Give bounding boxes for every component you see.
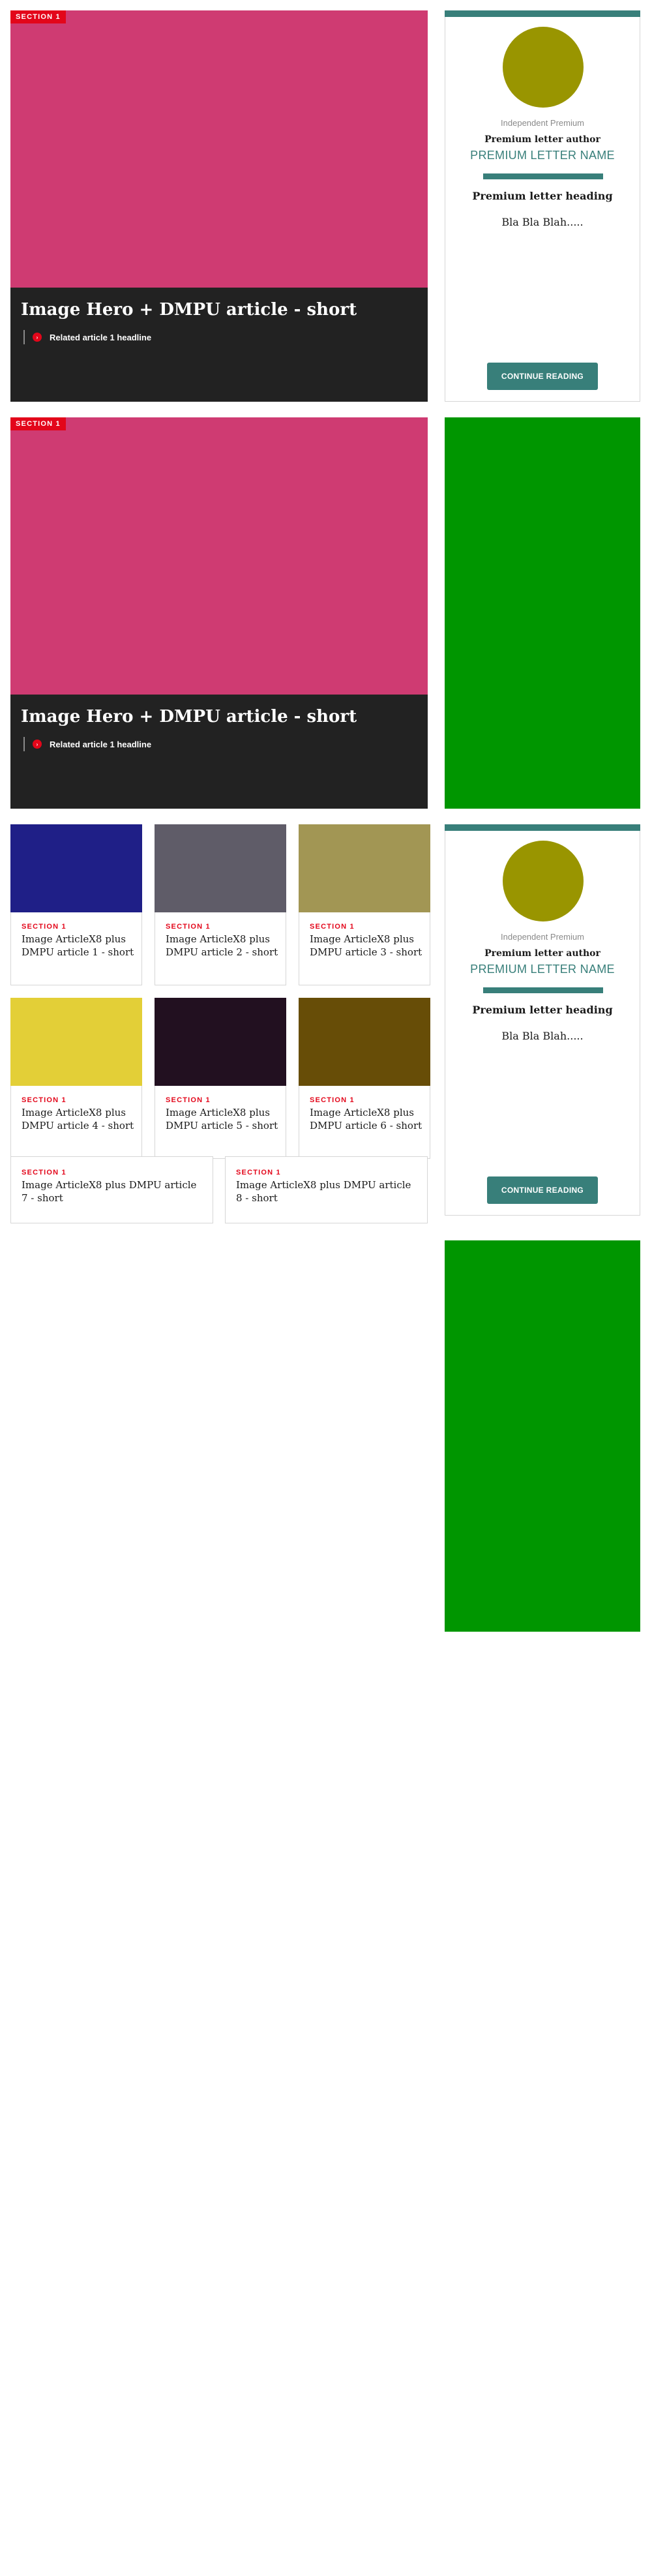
article-card-2[interactable]: Section 1 Image ArticleX8 plus DMPU arti… <box>155 824 286 985</box>
premium-letter-name: PREMIUM LETTER NAME <box>470 963 615 976</box>
related-article-link[interactable]: › Related article 1 headline <box>23 330 151 344</box>
author-avatar <box>503 841 584 921</box>
article-card-7[interactable]: Section 1 Image ArticleX8 plus DMPU arti… <box>10 1156 213 1223</box>
section-tag[interactable]: Section 1 <box>310 1096 355 1104</box>
article-headline[interactable]: Image ArticleX8 plus DMPU article 8 - sh… <box>236 1178 412 1205</box>
hero-article-1[interactable]: Section 1 Image Hero + DMPU article - sh… <box>10 10 428 402</box>
continue-reading-button[interactable]: CONTINUE READING <box>487 363 598 390</box>
article-card-1[interactable]: Section 1 Image ArticleX8 plus DMPU arti… <box>10 824 142 985</box>
article-image[interactable] <box>299 998 430 1086</box>
dmpu-ad-slot[interactable] <box>445 417 640 809</box>
premium-author: Premium letter author <box>484 134 600 145</box>
article-headline[interactable]: Image ArticleX8 plus DMPU article 6 - sh… <box>310 1106 424 1132</box>
hero-article-2[interactable]: Section 1 Image Hero + DMPU article - sh… <box>10 417 428 809</box>
related-article-link[interactable]: › Related article 1 headline <box>23 737 151 751</box>
article-image[interactable] <box>10 824 142 912</box>
article-card-6[interactable]: Section 1 Image ArticleX8 plus DMPU arti… <box>299 998 430 1159</box>
article-image[interactable] <box>155 824 286 912</box>
section-tag[interactable]: Section 1 <box>310 923 355 931</box>
article-headline[interactable]: Image ArticleX8 plus DMPU article 2 - sh… <box>166 933 280 959</box>
article-card-3[interactable]: Section 1 Image ArticleX8 plus DMPU arti… <box>299 824 430 985</box>
article-image[interactable] <box>10 998 142 1086</box>
related-article-headline[interactable]: Related article 1 headline <box>50 333 151 342</box>
article-image[interactable] <box>299 824 430 912</box>
premium-top-bar <box>445 10 640 17</box>
dmpu-ad-slot[interactable] <box>445 1240 640 1632</box>
continue-reading-button[interactable]: CONTINUE READING <box>487 1176 598 1204</box>
hero-headline[interactable]: Image Hero + DMPU article - short <box>21 299 412 321</box>
premium-author: Premium letter author <box>484 948 600 959</box>
related-article-headline[interactable]: Related article 1 headline <box>50 740 151 749</box>
section-tag[interactable]: Section 1 <box>166 923 211 931</box>
article-headline[interactable]: Image ArticleX8 plus DMPU article 3 - sh… <box>310 933 424 959</box>
premium-letter-body: Bla Bla Blah..... <box>501 216 584 228</box>
article-headline[interactable]: Image ArticleX8 plus DMPU article 7 - sh… <box>22 1178 198 1205</box>
article-image[interactable] <box>155 998 286 1086</box>
section-tag[interactable]: Section 1 <box>22 1169 67 1176</box>
hero-headline[interactable]: Image Hero + DMPU article - short <box>21 706 412 728</box>
section-tag[interactable]: Section 1 <box>22 923 67 931</box>
hero-image[interactable] <box>10 417 428 695</box>
section-tag[interactable]: Section 1 <box>166 1096 211 1104</box>
section-tag[interactable]: Section 1 <box>236 1169 281 1176</box>
premium-top-bar <box>445 824 640 831</box>
article-headline[interactable]: Image ArticleX8 plus DMPU article 5 - sh… <box>166 1106 280 1132</box>
chevron-right-icon: › <box>33 740 42 749</box>
premium-letter-body: Bla Bla Blah..... <box>501 1030 584 1042</box>
article-card-8[interactable]: Section 1 Image ArticleX8 plus DMPU arti… <box>225 1156 428 1223</box>
article-headline[interactable]: Image ArticleX8 plus DMPU article 4 - sh… <box>22 1106 136 1132</box>
chevron-right-icon: › <box>33 333 42 342</box>
article-card-5[interactable]: Section 1 Image ArticleX8 plus DMPU arti… <box>155 998 286 1159</box>
section-tag[interactable]: Section 1 <box>10 10 66 23</box>
article-card-4[interactable]: Section 1 Image ArticleX8 plus DMPU arti… <box>10 998 142 1159</box>
premium-letter-widget: Independent Premium Premium letter autho… <box>445 10 640 402</box>
hero-image[interactable] <box>10 10 428 288</box>
premium-divider <box>483 173 603 179</box>
author-avatar <box>503 27 584 108</box>
premium-brand: Independent Premium <box>501 118 584 128</box>
section-tag[interactable]: Section 1 <box>22 1096 67 1104</box>
premium-divider <box>483 987 603 993</box>
premium-letter-name: PREMIUM LETTER NAME <box>470 149 615 162</box>
premium-letter-widget: Independent Premium Premium letter autho… <box>445 824 640 1216</box>
premium-letter-heading: Premium letter heading <box>472 190 613 202</box>
premium-brand: Independent Premium <box>501 932 584 942</box>
section-tag[interactable]: Section 1 <box>10 417 66 430</box>
article-headline[interactable]: Image ArticleX8 plus DMPU article 1 - sh… <box>22 933 136 959</box>
premium-letter-heading: Premium letter heading <box>472 1004 613 1016</box>
